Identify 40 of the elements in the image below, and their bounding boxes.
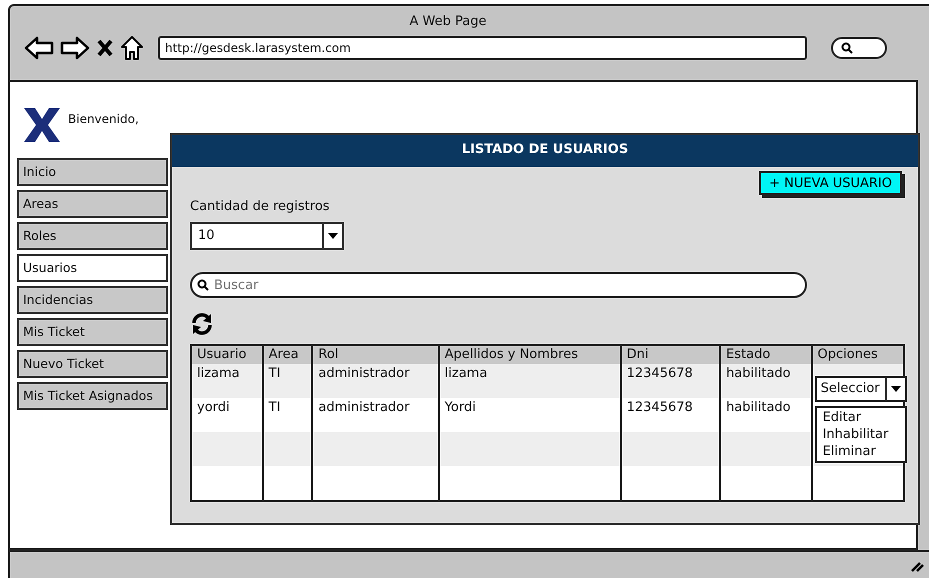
table-cell: 12345678 — [620, 364, 720, 398]
caret-icon — [890, 386, 901, 392]
menu-item[interactable]: Editar — [822, 409, 899, 426]
menu-item[interactable]: Eliminar — [822, 443, 899, 460]
sidebar-item[interactable]: Mis Ticket Asignados — [17, 382, 168, 410]
search-icon — [197, 279, 209, 291]
records-label: Cantidad de registros — [190, 199, 331, 214]
table-cell: TI — [262, 364, 312, 398]
sidebar-item[interactable]: Usuarios — [17, 254, 168, 282]
logo-icon — [24, 108, 60, 142]
new-user-button[interactable]: + NUEVA USUARIO — [759, 171, 902, 195]
home-icon[interactable] — [120, 35, 144, 61]
search-icon — [841, 42, 853, 54]
table-cell-text: yordi — [196, 399, 231, 417]
menu-item[interactable]: Inhabilitar — [822, 426, 899, 443]
table-cell: administrador — [311, 364, 438, 398]
address-field[interactable]: http://gesdesk.larasystem.com — [158, 36, 807, 60]
sidebar-item[interactable]: Mis Ticket — [17, 318, 168, 346]
search-field[interactable]: Buscar — [190, 272, 807, 298]
refresh-icon[interactable] — [190, 312, 214, 336]
sidebar-item[interactable]: Inicio — [17, 158, 168, 186]
table-cell: lizama — [438, 364, 620, 398]
records-select[interactable]: 10 — [190, 222, 344, 250]
column-header: Usuario — [196, 346, 248, 364]
forward-icon[interactable] — [60, 36, 90, 60]
search-field[interactable] — [831, 37, 887, 59]
window-title: A Web Page — [410, 14, 486, 29]
sidebar-item[interactable]: Areas — [17, 190, 168, 218]
sidebar-item[interactable]: Nuevo Ticket — [17, 350, 168, 378]
panel-header: LISTADO DE USUARIOS — [172, 135, 918, 167]
greeting-text: Bienvenido, — [68, 112, 139, 126]
close-icon[interactable] — [96, 38, 114, 58]
table-cell-text: lizama — [196, 365, 241, 383]
back-icon[interactable] — [24, 36, 54, 60]
caret-icon — [328, 233, 338, 239]
options-select[interactable]: Seleccior — [814, 376, 907, 402]
table-cell: habilitado — [719, 364, 811, 398]
sidebar-item[interactable]: Roles — [17, 222, 168, 250]
sidebar-item[interactable]: Incidencias — [17, 286, 168, 314]
resize-grip-icon[interactable] — [910, 560, 924, 572]
